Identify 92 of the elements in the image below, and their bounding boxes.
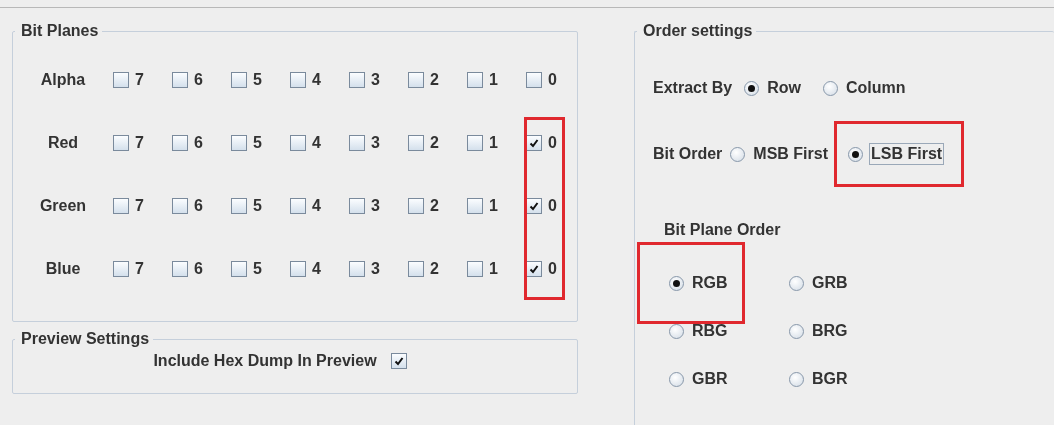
checkbox[interactable] (290, 260, 306, 277)
bit-label: 6 (194, 259, 203, 278)
bit-label: 4 (312, 133, 321, 152)
checkbox[interactable] (390, 353, 407, 369)
bit-label: 4 (312, 259, 321, 278)
checkbox[interactable] (172, 260, 188, 277)
checkbox[interactable] (290, 134, 306, 151)
radio-button[interactable] (822, 80, 838, 96)
checkbox[interactable] (113, 71, 129, 88)
checkbox[interactable] (467, 134, 483, 151)
field-label: Bit Order (653, 145, 723, 163)
bit-label: 3 (371, 196, 380, 215)
radio-label: Column (844, 78, 907, 98)
radio-label: BGR (811, 369, 849, 389)
radio-button[interactable] (789, 275, 804, 291)
bit-label: 6 (194, 133, 203, 152)
checkbox[interactable] (231, 260, 247, 277)
checkbox[interactable] (113, 197, 129, 214)
bit-label: 1 (489, 133, 498, 152)
channel-label: Alpha (40, 70, 86, 89)
channel-label: Green (39, 196, 87, 215)
radio-button[interactable] (789, 371, 804, 387)
radio-button[interactable] (669, 275, 684, 291)
radio-label: BRG (811, 321, 849, 341)
radio-label: RBG (691, 321, 729, 341)
field-label: Extract By (653, 79, 733, 97)
bit-label: 7 (135, 133, 144, 152)
radio-label: Row (766, 78, 802, 98)
bit-label: 4 (312, 70, 321, 89)
channel-label: Red (47, 133, 79, 152)
checkbox[interactable] (408, 260, 424, 277)
checkbox[interactable] (408, 134, 424, 151)
bit-label: 0 (548, 196, 557, 215)
radio-button[interactable] (669, 371, 684, 387)
checkbox[interactable] (349, 71, 365, 88)
bit-label: 6 (194, 70, 203, 89)
group-title: Bit Planes (20, 22, 100, 40)
section-label: Bit Plane Order (664, 221, 782, 239)
checkbox[interactable] (113, 260, 129, 277)
checkbox[interactable] (113, 134, 129, 151)
radio-label: GBR (691, 369, 729, 389)
bit-label: 5 (253, 259, 262, 278)
bit-label: 2 (430, 259, 439, 278)
group-title: Preview Settings (20, 330, 151, 348)
bit-label: 2 (430, 133, 439, 152)
checkbox[interactable] (467, 197, 483, 214)
checkbox[interactable] (231, 197, 247, 214)
checkbox[interactable] (467, 260, 483, 277)
bit-label: 6 (194, 196, 203, 215)
channel-label: Blue (45, 259, 81, 278)
checkbox[interactable] (290, 71, 306, 88)
checkbox[interactable] (349, 260, 365, 277)
radio-button[interactable] (730, 146, 746, 162)
bit-label: 2 (430, 196, 439, 215)
checkbox[interactable] (349, 197, 365, 214)
radio-button[interactable] (744, 80, 760, 96)
bit-label: 0 (548, 133, 557, 152)
radio-button[interactable] (848, 146, 863, 162)
group-title: Order settings (642, 22, 754, 40)
radio-label: GRB (811, 273, 849, 293)
checkbox[interactable] (467, 71, 483, 88)
radio-label: MSB First (752, 144, 829, 164)
bit-label: 5 (253, 196, 262, 215)
checkbox[interactable] (172, 71, 188, 88)
bit-label: 1 (489, 259, 498, 278)
radio-label: LSB First (869, 143, 945, 165)
bit-label: 0 (548, 259, 557, 278)
checkbox[interactable] (231, 71, 247, 88)
bit-label: 5 (253, 70, 262, 89)
bit-label: 4 (312, 196, 321, 215)
bit-label: 1 (489, 196, 498, 215)
checkbox[interactable] (408, 71, 424, 88)
checkbox-label: Include Hex Dump In Preview (153, 352, 377, 370)
checkbox[interactable] (408, 197, 424, 214)
checkbox[interactable] (526, 71, 542, 88)
bit-label: 2 (430, 70, 439, 89)
bit-label: 1 (489, 70, 498, 89)
bit-label: 7 (135, 259, 144, 278)
checkbox[interactable] (290, 197, 306, 214)
bit-label: 3 (371, 133, 380, 152)
checkbox[interactable] (349, 134, 365, 151)
checkbox[interactable] (172, 134, 188, 151)
radio-label: RGB (691, 273, 729, 293)
bit-label: 7 (135, 196, 144, 215)
bit-label: 5 (253, 133, 262, 152)
bit-label: 0 (548, 70, 557, 89)
bit-label: 7 (135, 70, 144, 89)
bit-label: 3 (371, 70, 380, 89)
checkbox[interactable] (231, 134, 247, 151)
radio-button[interactable] (789, 323, 804, 339)
bit-label: 3 (371, 259, 380, 278)
checkbox[interactable] (172, 197, 188, 214)
